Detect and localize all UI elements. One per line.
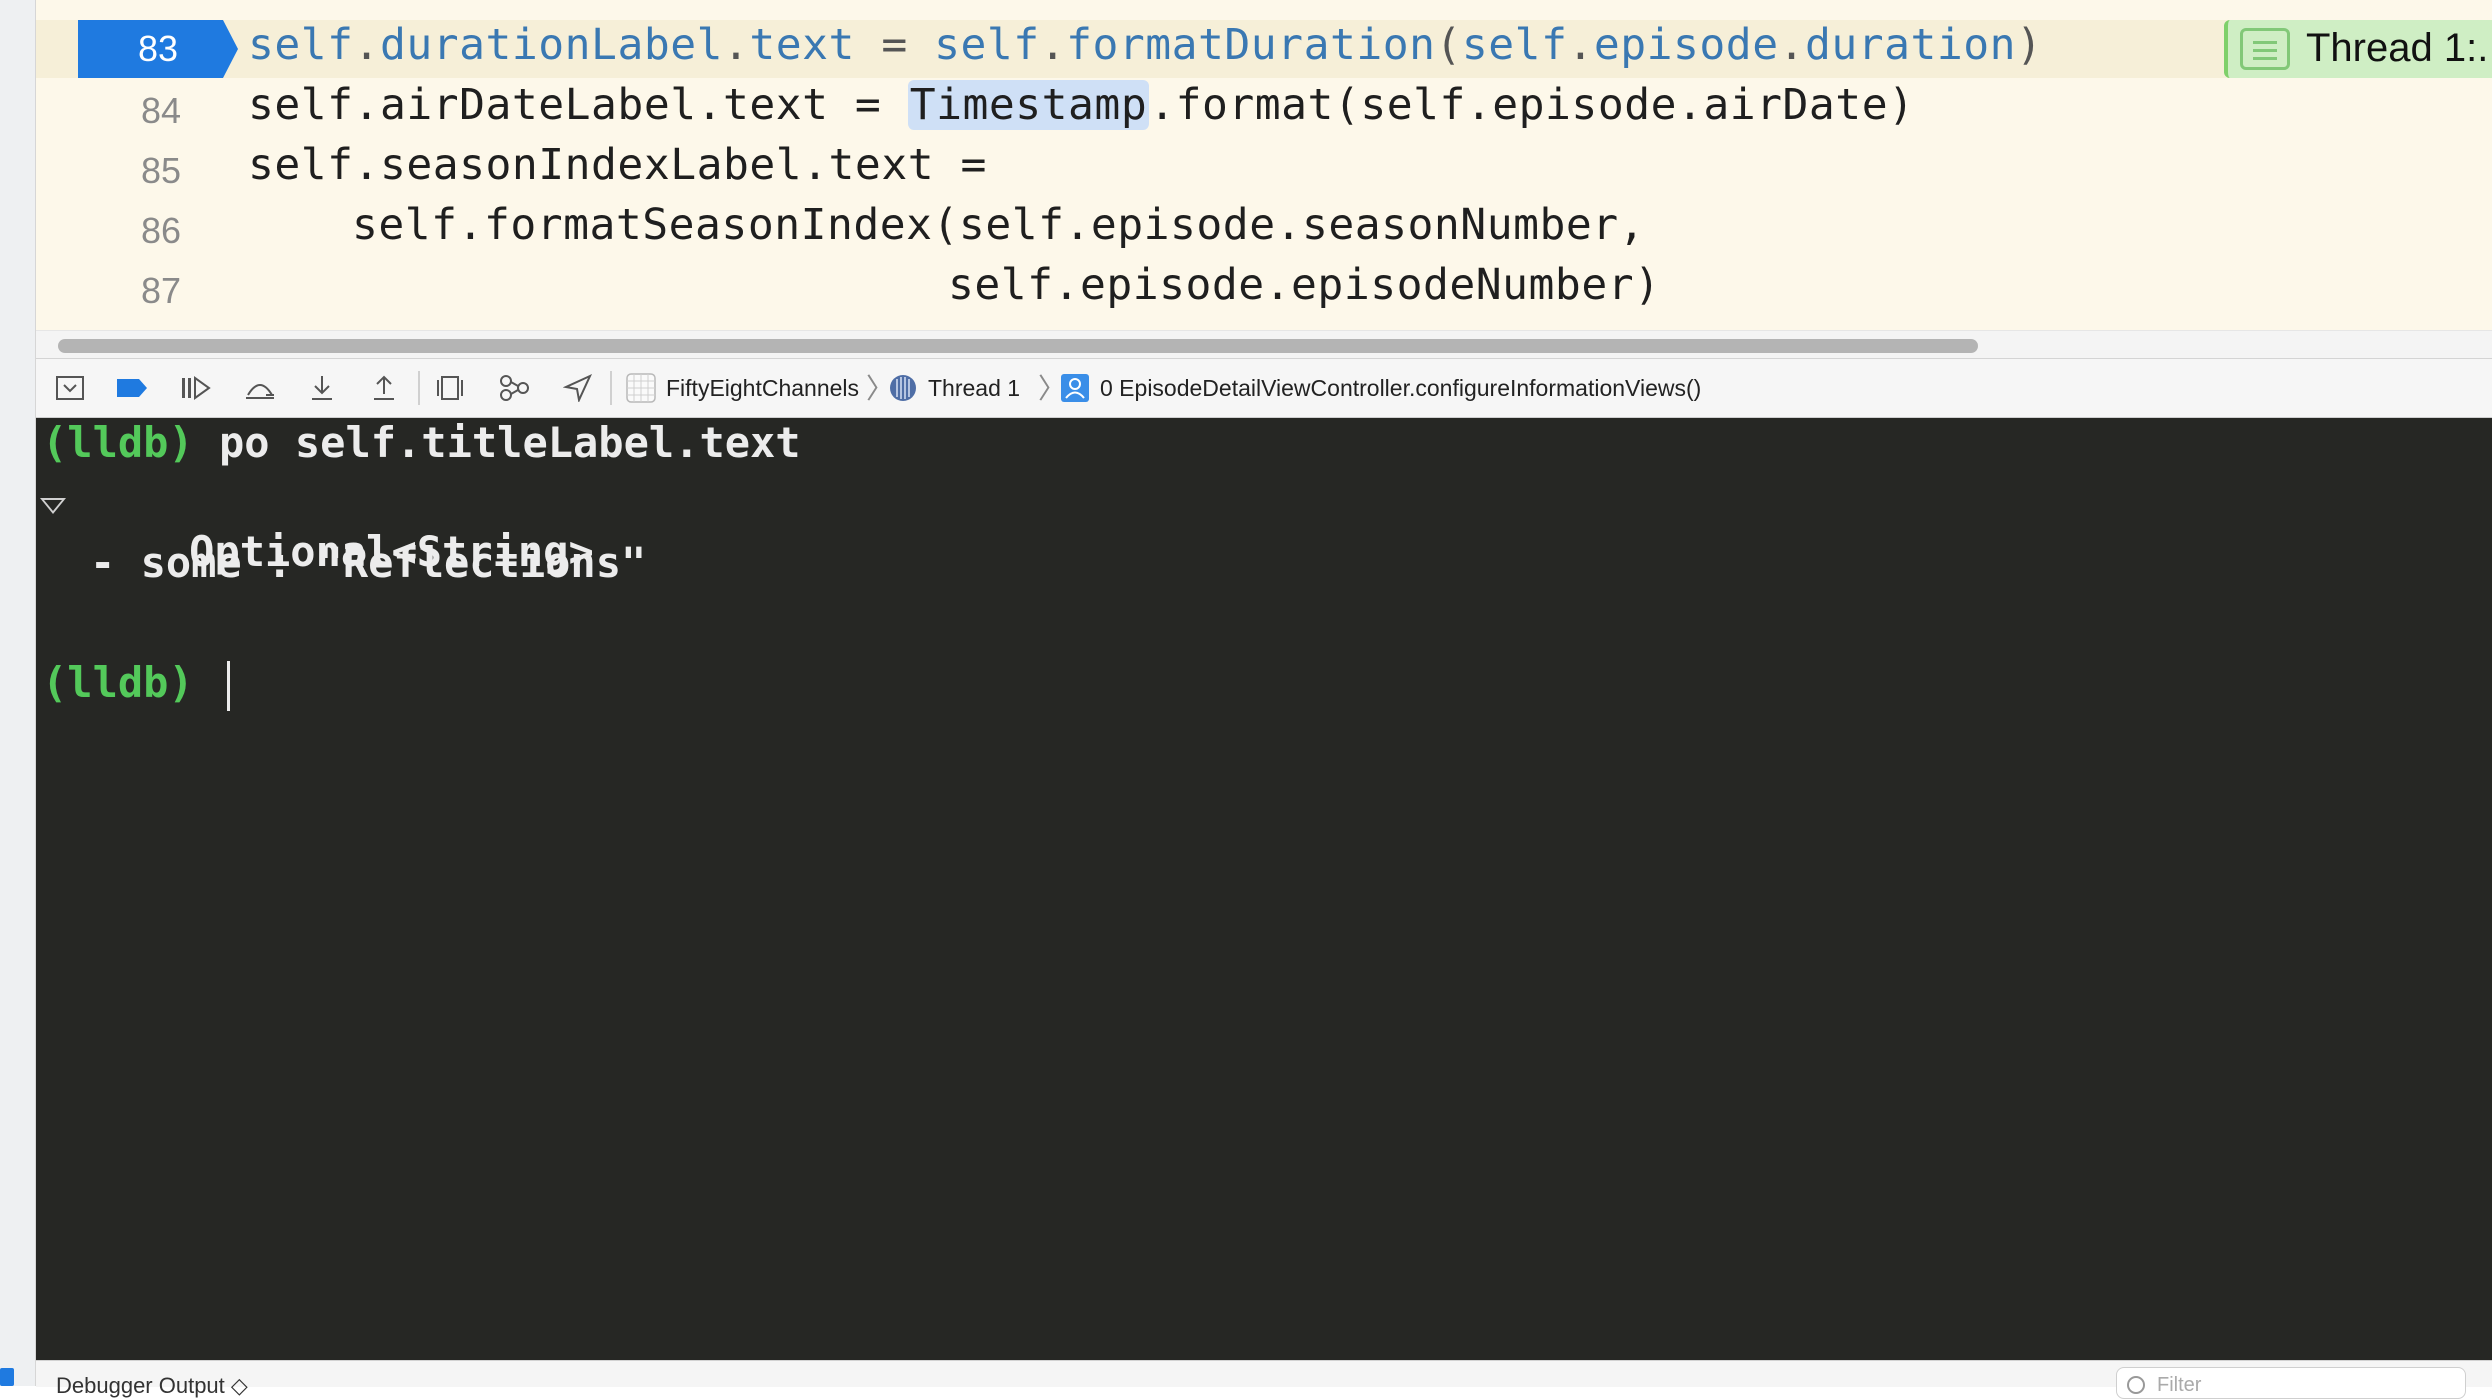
line-number: 86 [140,210,182,251]
line-number: 85 [140,150,182,191]
code-text-87: self.episode.episodeNumber) [948,260,1661,310]
hide-debug-area-button[interactable] [50,371,90,405]
console-command: po self.titleLabel.text [219,418,801,467]
output-selector[interactable]: Debugger Output ◇ [56,1373,248,1399]
console-bottom-bar: Debugger Output ◇ Filter [36,1360,2492,1399]
step-over-button[interactable] [240,371,280,405]
user-frame-icon [1061,374,1089,402]
thread-icon [890,375,916,401]
lldb-console[interactable]: (lldb) po self.titleLabel.text Optional<… [36,418,2492,1360]
filter-icon [2127,1376,2145,1394]
location-arrow-icon [563,374,593,402]
toolbar-separator [418,371,420,405]
breakpoint-icon [117,379,147,397]
breadcrumb-frame-label: 0 EpisodeDetailViewController.configureI… [1100,374,1702,401]
memory-graph-button[interactable] [494,371,534,405]
memory-graph-icon [500,375,529,401]
step-into-button[interactable] [302,371,342,405]
thread-annotation[interactable]: Thread 1:... [2224,20,2492,78]
breadcrumb-frame[interactable]: 0 EpisodeDetailViewController.configureI… [1060,371,1701,405]
step-over-icon [246,384,274,399]
code-text-84: self.airDateLabel.text = Timestamp.forma… [248,80,1915,130]
step-into-icon [312,376,332,400]
code-line-83[interactable]: 83 self.durationLabel.text = self.format… [36,16,2492,78]
disclosure-triangle-icon[interactable] [40,498,66,514]
lldb-prompt: (lldb) [42,658,194,707]
thread-annotation-label: Thread 1:... [2306,26,2492,70]
step-out-icon [374,375,394,400]
view-hierarchy-button[interactable] [430,371,470,405]
program-counter-indicator[interactable]: 83 [78,20,238,78]
line-number: 87 [140,270,182,311]
console-result-value: - some : "Reflections" [90,538,647,587]
line-number-current: 83 [137,28,179,69]
highlighted-symbol[interactable]: Timestamp [907,80,1150,130]
breadcrumb-app-label: FiftyEightChannels [666,374,860,401]
code-line-86[interactable]: 86 self.formatSeasonIndex(self.episode.s… [36,200,2492,260]
view-debugger-icon [437,376,463,400]
annotation-list-icon [2240,28,2290,70]
debug-bar: FiftyEightChannels 〉 Thread 1 〉 0 Episod… [36,358,2492,418]
code-line-85[interactable]: 85 self.seasonIndexLabel.text = [36,140,2492,200]
continue-icon [182,376,211,400]
console-input-line[interactable]: (lldb) [42,658,231,711]
code-text-83: self.durationLabel.text = self.formatDur… [248,20,2043,70]
debug-area-toggle-icon [56,376,84,400]
horizontal-scrollbar[interactable] [36,330,2492,359]
continue-button[interactable] [176,371,216,405]
lldb-prompt: (lldb) [42,418,194,467]
breadcrumb-app[interactable]: FiftyEightChannels [626,371,859,405]
toolbar-separator [610,371,612,405]
left-sidebar-strip [0,0,36,1386]
text-cursor [227,660,231,711]
console-command-line: (lldb) po self.titleLabel.text [42,418,801,467]
navigator-chip[interactable] [0,1368,14,1386]
code-text-85: self.seasonIndexLabel.text = [248,140,987,190]
code-line-84[interactable]: 84 self.airDateLabel.text = Timestamp.fo… [36,80,2492,140]
filter-field[interactable]: Filter [2116,1367,2466,1399]
breadcrumb-thread[interactable]: Thread 1 [888,371,1020,405]
app-grid-icon [626,373,656,403]
code-line-87[interactable]: 87 self.episode.episodeNumber) [36,260,2492,320]
breakpoints-toggle-button[interactable] [112,371,152,405]
step-out-button[interactable] [364,371,404,405]
source-editor[interactable]: 83 self.durationLabel.text = self.format… [36,0,2492,358]
scrollbar-thumb[interactable] [58,339,1978,353]
simulate-location-button[interactable] [558,371,598,405]
code-text-86: self.formatSeasonIndex(self.episode.seas… [352,200,1646,250]
breadcrumb-thread-label: Thread 1 [928,374,1021,401]
line-number: 84 [140,90,182,131]
